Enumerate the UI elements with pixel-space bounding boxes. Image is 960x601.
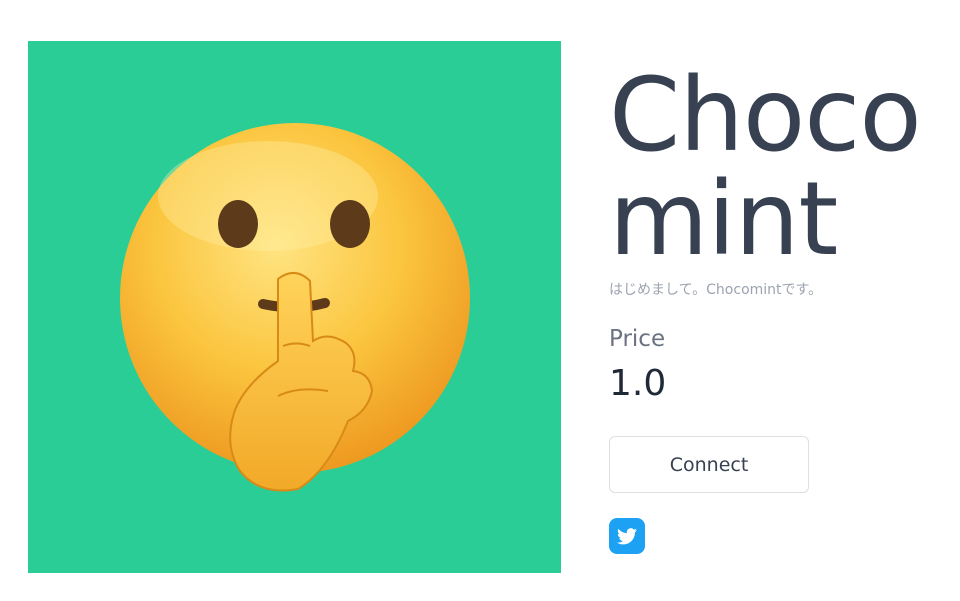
left-eye [218,200,258,248]
shushing-face-emoji-icon [28,41,561,573]
price-value: 1.0 [609,363,667,404]
right-eye [330,200,370,248]
twitter-link[interactable] [609,518,645,554]
product-info: Chocomint はじめまして。Chocomintです。 Price 1.0 … [609,64,954,554]
price-label: Price [609,326,666,352]
product-description: はじめまして。Chocomintです。 [609,282,823,298]
connect-button[interactable]: Connect [609,436,809,493]
page: Chocomint はじめまして。Chocomintです。 Price 1.0 … [0,0,960,601]
twitter-bird-icon [617,527,637,544]
product-image [28,41,561,573]
page-title: Chocomint [609,56,922,279]
